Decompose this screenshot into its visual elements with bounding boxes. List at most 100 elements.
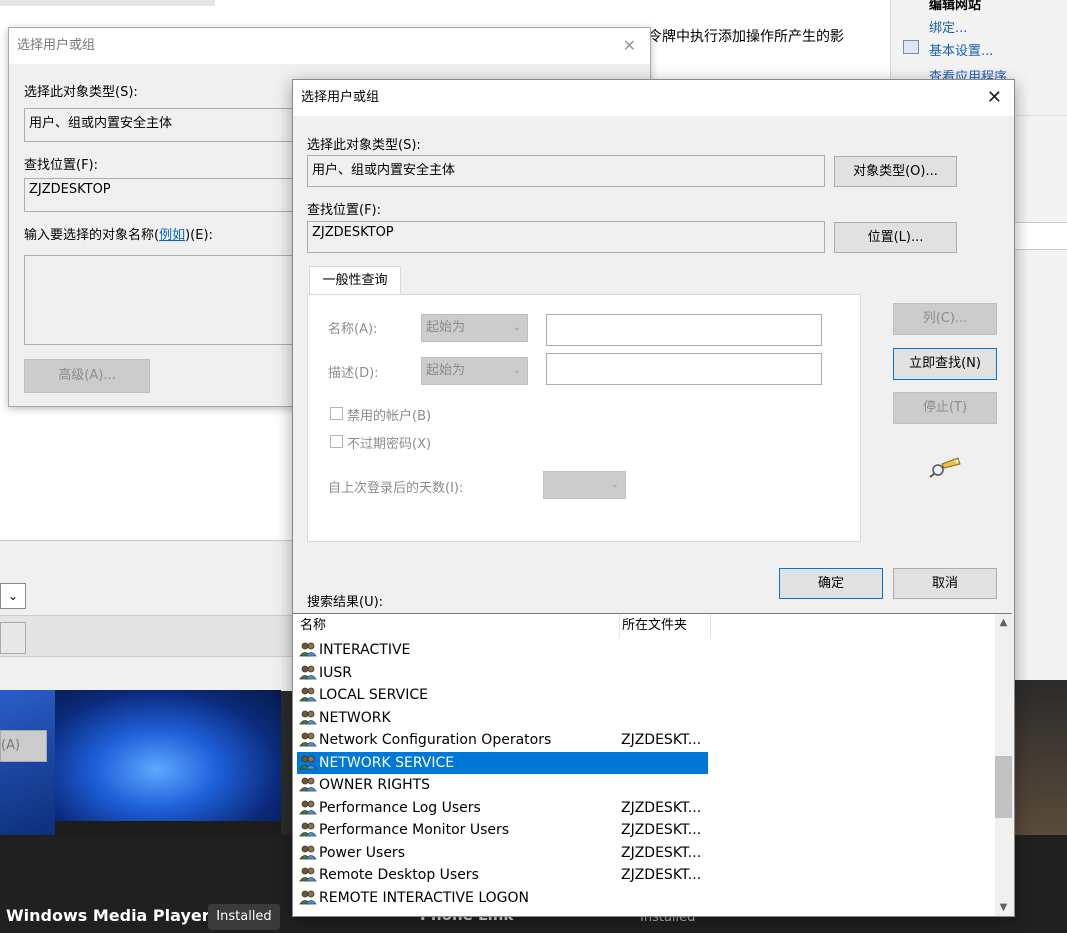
result-row[interactable]: REMOTE INTERACTIVE LOGON [297, 887, 708, 909]
app-name-windows-media-player: Windows Media Player [6, 906, 210, 925]
background-button[interactable]: (A) [0, 730, 47, 762]
result-folder: ZJZDESKT... [621, 822, 702, 838]
non-expiring-password-checkbox[interactable] [330, 435, 343, 448]
group-icon [299, 777, 317, 793]
wallpaper-thumbnail [55, 690, 281, 835]
back-names-textbox[interactable] [24, 255, 304, 345]
group-icon [299, 755, 317, 771]
installed-badge[interactable]: Installed [208, 904, 280, 930]
back-object-type-label: 选择此对象类型(S): [24, 85, 138, 100]
back-object-type-field: 用户、组或内置安全主体 [24, 108, 304, 142]
locations-button[interactable]: 位置(L)... [834, 222, 957, 253]
scroll-thumb[interactable] [995, 756, 1012, 818]
description-label: 描述(D): [328, 366, 379, 381]
find-now-button[interactable]: 立即查找(N) [893, 348, 997, 380]
basic-settings-link[interactable]: 基本设置... [929, 40, 993, 59]
description-match-combo[interactable]: 起始为 ⌄ [421, 357, 528, 385]
result-name: Remote Desktop Users [319, 867, 479, 883]
disabled-accounts-checkbox[interactable] [330, 407, 343, 420]
result-row[interactable]: Power Users ZJZDESKT... [297, 842, 708, 864]
result-name: Network Configuration Operators [319, 732, 552, 748]
group-icon [299, 687, 317, 703]
column-header-name[interactable]: 名称 [300, 614, 610, 638]
object-types-button[interactable]: 对象类型(O)... [834, 156, 957, 187]
days-since-logon-combo[interactable]: ⌄ [543, 471, 626, 499]
chevron-down-icon: ⌄ [512, 322, 521, 333]
result-name: Performance Monitor Users [319, 822, 510, 838]
group-icon [299, 642, 317, 658]
result-row[interactable]: INTERACTIVE [297, 639, 708, 661]
result-folder: ZJZDESKT... [621, 867, 702, 883]
examples-link[interactable]: 例如 [159, 228, 185, 243]
name-match-combo[interactable]: 起始为 ⌄ [421, 314, 528, 342]
result-name: REMOTE INTERACTIVE LOGON [319, 889, 529, 906]
location-field: ZJZDESKTOP [307, 221, 825, 253]
enter-names-suffix: )(E): [185, 228, 213, 243]
non-expiring-password-label: 不过期密码(X) [347, 437, 432, 452]
thumbnail-taskbar [55, 821, 281, 835]
result-name: IUSR [319, 664, 352, 681]
result-name: NETWORK [319, 709, 391, 726]
stop-button[interactable]: 停止(T) [893, 392, 997, 424]
result-row[interactable]: LOCAL SERVICE [297, 684, 708, 706]
result-row[interactable]: Performance Monitor Users ZJZDESKT... [297, 819, 708, 841]
panel-heading-edit-site: 编辑网站 [929, 0, 982, 13]
chevron-down-icon: ⌄ [610, 479, 619, 490]
back-location-label: 查找位置(F): [24, 158, 99, 173]
back-advanced-button[interactable]: 高级(A)... [24, 359, 150, 393]
dialog-titlebar: 选择用户或组 ✕ [293, 80, 1014, 116]
location-label: 查找位置(F): [307, 203, 382, 218]
name-label: 名称(A): [328, 322, 378, 337]
ok-button[interactable]: 确定 [779, 568, 883, 599]
result-name: OWNER RIGHTS [319, 777, 431, 793]
scroll-up-icon[interactable]: ▲ [995, 614, 1012, 631]
group-icon [299, 800, 317, 816]
name-combo-value: 起始为 [426, 320, 466, 335]
result-row[interactable]: Remote Desktop Users ZJZDESKT... [297, 864, 708, 886]
general-queries-panel: 名称(A): 起始为 ⌄ 描述(D): 起始为 ⌄ 禁用的帐户(B) 不过期密码(X… [307, 294, 861, 542]
result-folder: ZJZDESKT... [621, 844, 702, 861]
close-icon[interactable]: ✕ [623, 28, 636, 64]
result-name: NETWORK SERVICE [319, 754, 455, 771]
result-row[interactable]: Performance Log Users ZJZDESKT... [297, 797, 708, 819]
group-icon [299, 890, 317, 906]
columns-button[interactable]: 列(C)... [893, 303, 997, 335]
chevron-down-icon: ⌄ [512, 365, 521, 376]
result-row[interactable]: Network Configuration Operators ZJZDESKT.… [297, 729, 708, 751]
result-row[interactable]: NETWORK SERVICE [297, 751, 708, 774]
result-row[interactable]: IUSR [297, 662, 708, 684]
result-folder: ZJZDESKT... [621, 732, 702, 748]
result-name: Power Users [319, 844, 405, 861]
background-toolbar-strip [0, 0, 215, 6]
group-icon [299, 845, 317, 861]
column-header-folder[interactable]: 所在文件夹 [619, 614, 711, 638]
result-name: LOCAL SERVICE [319, 687, 428, 703]
bind-link[interactable]: 绑定... [929, 17, 967, 36]
wallpaper-left [0, 690, 55, 835]
back-location-field: ZJZDESKTOP [24, 178, 304, 212]
disabled-accounts-label: 禁用的帐户(B) [347, 409, 432, 424]
description-textbox[interactable] [546, 353, 822, 385]
select-users-dialog: 选择用户或组 ✕ 选择此对象类型(S): 用户、组或内置安全主体 对象类型(O)… [292, 79, 1015, 917]
search-results-list[interactable]: 名称 所在文件夹 INTERACTIVE IUSR LOCAL SERVICE NET… [293, 613, 1012, 916]
object-type-label: 选择此对象类型(S): [307, 138, 421, 153]
dialog-title: 选择用户或组 [301, 90, 380, 105]
group-icon [299, 710, 317, 726]
close-icon[interactable]: ✕ [987, 80, 1002, 116]
group-icon [299, 732, 317, 748]
background-gray-strip [0, 615, 295, 657]
tab-general-queries[interactable]: 一般性查询 [309, 266, 401, 295]
results-scrollbar[interactable]: ▲ ▼ [995, 614, 1012, 916]
result-row[interactable]: OWNER RIGHTS [297, 774, 708, 796]
result-folder: ZJZDESKT... [621, 799, 702, 816]
search-key-icon [929, 457, 961, 478]
days-since-logon-label: 自上次登录后的天数(I): [328, 481, 464, 496]
cancel-button[interactable]: 取消 [893, 568, 997, 599]
chevron-down-icon[interactable]: ⌄ [0, 583, 26, 609]
back-dialog-title: 选择用户或组 [17, 38, 96, 53]
name-textbox[interactable] [546, 314, 822, 346]
enter-names-text: 输入要选择的对象名称( [24, 228, 160, 243]
result-row[interactable]: NETWORK [297, 707, 708, 729]
result-name: INTERACTIVE [319, 642, 411, 658]
scroll-down-icon[interactable]: ▼ [995, 899, 1012, 916]
